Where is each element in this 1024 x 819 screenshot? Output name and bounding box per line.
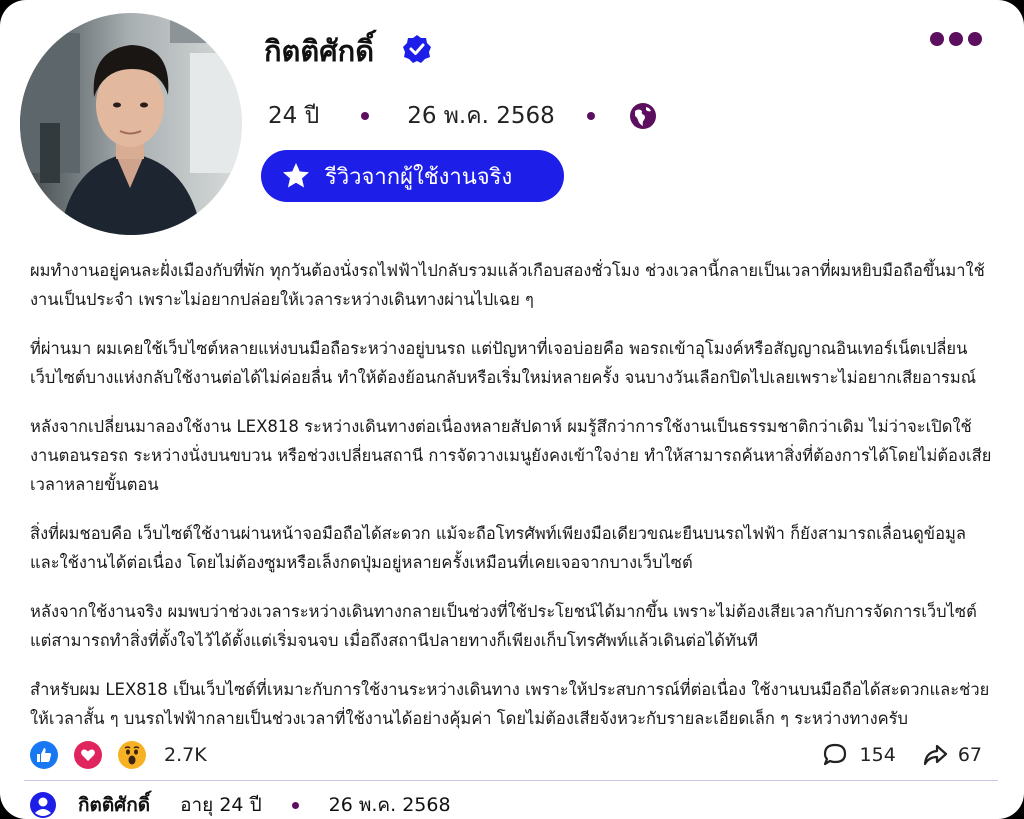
comment-count: 154 (859, 744, 896, 766)
reactions-bar[interactable]: 2.7K (30, 741, 207, 769)
review-paragraph: หลังจากเปลี่ยนมาลองใช้งาน LEX818 ระหว่าง… (30, 417, 992, 494)
more-dots-icon[interactable] (930, 32, 982, 46)
reaction-count: 2.7K (164, 744, 207, 766)
comment-icon[interactable] (822, 742, 848, 768)
review-paragraph: หลังจากใช้งานจริง ผมพบว่าช่วงเวลาระหว่าง… (30, 602, 977, 650)
post-meta: 24 ปี 26 พ.ค. 2568 (268, 98, 657, 134)
user-icon[interactable] (30, 792, 56, 818)
globe-icon (629, 103, 656, 129)
review-paragraph: สิ่งที่ผมชอบคือ เว็บไซต์ใช้งานผ่านหน้าจอ… (30, 524, 966, 572)
verified-review-button[interactable]: รีวิวจากผู้ใช้งานจริง (261, 150, 564, 202)
footer-date: 26 พ.ค. 2568 (328, 794, 451, 816)
share-icon[interactable] (922, 742, 948, 768)
like-icon[interactable] (30, 741, 58, 769)
review-card: กิตติศักดิ์ 24 ปี 26 พ.ค. 2568 รีวิวจากผ… (0, 0, 1024, 819)
review-button-label: รีวิวจากผู้ใช้งานจริง (325, 164, 513, 190)
verified-badge-icon (403, 35, 431, 63)
author-age: 24 ปี (268, 103, 320, 129)
share-count: 67 (957, 744, 982, 766)
star-icon (283, 163, 309, 188)
footer-age: อายุ 24 ปี (180, 794, 262, 816)
heart-icon[interactable] (74, 741, 102, 769)
wow-icon[interactable] (118, 741, 146, 769)
review-body: ผมทำงานอยู่คนละฝั่งเมืองกับที่พัก ทุกวัน… (30, 256, 995, 753)
review-paragraph: ที่ผ่านมา ผมเคยใช้เว็บไซต์หลายแห่งบนมือถ… (30, 339, 977, 387)
post-date: 26 พ.ค. 2568 (407, 103, 555, 129)
avatar[interactable] (20, 13, 242, 235)
divider (24, 780, 998, 781)
review-paragraph: ผมทำงานอยู่คนละฝั่งเมืองกับที่พัก ทุกวัน… (30, 261, 985, 309)
engagement-stats: 154 67 (822, 742, 982, 768)
author-name[interactable]: กิตติศักดิ์ (264, 28, 374, 74)
footer-author-name[interactable]: กิตติศักดิ์ (78, 790, 150, 819)
footer-bar: กิตติศักดิ์ อายุ 24 ปี 26 พ.ค. 2568 (30, 790, 451, 819)
review-paragraph: สำหรับผม LEX818 เป็นเว็บไซต์ที่เหมาะกับก… (30, 680, 990, 728)
